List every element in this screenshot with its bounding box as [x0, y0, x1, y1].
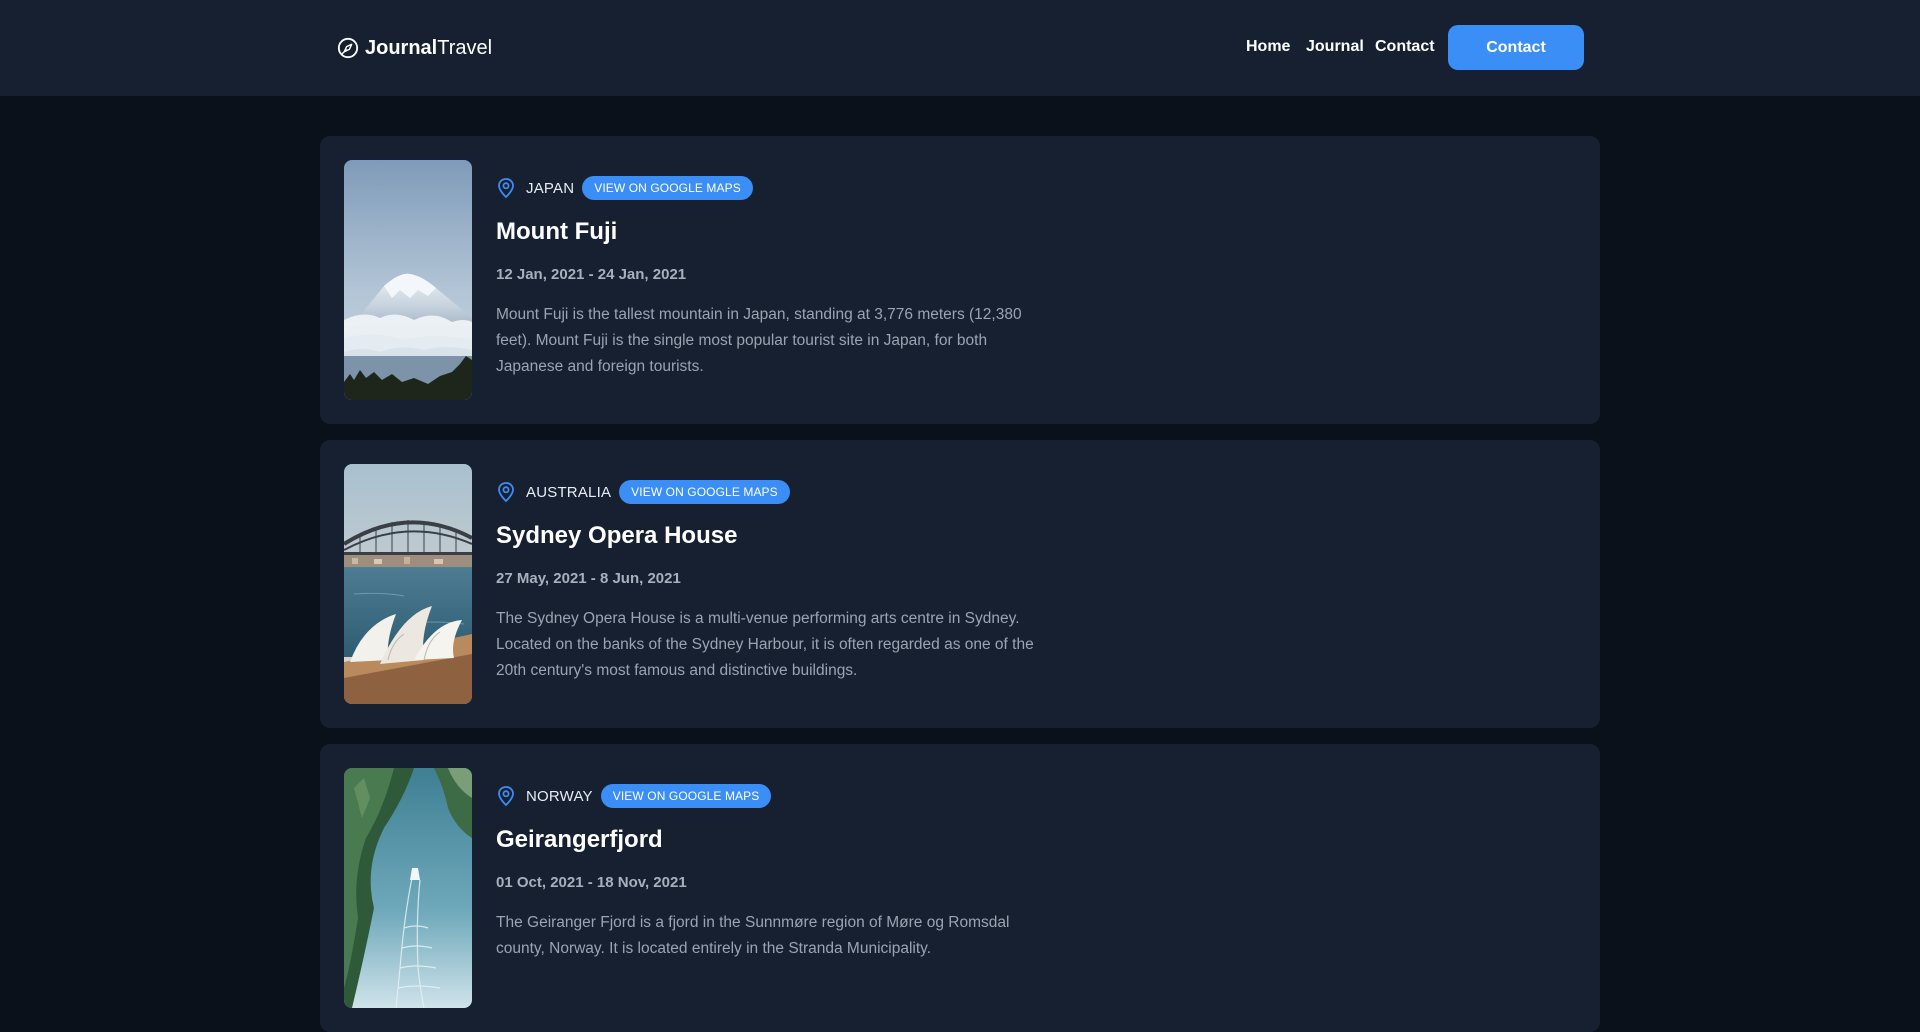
location-pin-icon: [496, 785, 516, 807]
journal-entry-card: JAPAN VIEW ON GOOGLE MAPS Mount Fuji 12 …: [320, 136, 1600, 424]
contact-button[interactable]: Contact: [1448, 25, 1584, 70]
entry-title: Mount Fuji: [496, 218, 618, 245]
nav-link-home[interactable]: Home: [1246, 38, 1290, 56]
location-pin-icon: [496, 177, 516, 199]
entry-dates: 01 Oct, 2021 - 18 Nov, 2021: [496, 874, 687, 891]
entry-dates: 27 May, 2021 - 8 Jun, 2021: [496, 570, 681, 587]
entry-description: The Sydney Opera House is a multi-venue …: [496, 610, 1034, 679]
entry-country: NORWAY: [526, 787, 593, 805]
entry-meta: AUSTRALIA VIEW ON GOOGLE MAPS: [496, 480, 790, 504]
view-on-google-maps-button[interactable]: VIEW ON GOOGLE MAPS: [582, 176, 753, 200]
entry-dates: 12 Jan, 2021 - 24 Jan, 2021: [496, 266, 687, 283]
entry-title: Sydney Opera House: [496, 522, 738, 549]
entry-description: Mount Fuji is the tallest mountain in Ja…: [496, 306, 1022, 375]
view-on-google-maps-button[interactable]: VIEW ON GOOGLE MAPS: [619, 480, 790, 504]
nav-links: Home Journal Contact: [0, 36, 1920, 60]
sydney-opera-house-photo: [344, 464, 472, 704]
entry-description: The Geiranger Fjord is a fjord in the Su…: [496, 914, 1010, 957]
journal-entry-card: AUSTRALIA VIEW ON GOOGLE MAPS Sydney Ope…: [320, 440, 1600, 728]
entry-meta: NORWAY VIEW ON GOOGLE MAPS: [496, 784, 772, 808]
journal-entry-card: NORWAY VIEW ON GOOGLE MAPS Geirangerfjor…: [320, 744, 1600, 1032]
top-navbar: Journal Travel Home Journal Contact Conta…: [0, 0, 1920, 96]
entry-title: Geirangerfjord: [496, 826, 663, 853]
nav-link-journal[interactable]: Journal: [1306, 38, 1364, 56]
entry-country: JAPAN: [526, 179, 575, 197]
entry-meta: JAPAN VIEW ON GOOGLE MAPS: [496, 176, 753, 200]
nav-link-contact[interactable]: Contact: [1375, 38, 1435, 56]
entry-country: AUSTRALIA: [526, 483, 612, 501]
geirangerfjord-photo: [344, 768, 472, 1008]
mount-fuji-photo: [344, 160, 472, 400]
view-on-google-maps-button[interactable]: VIEW ON GOOGLE MAPS: [600, 784, 772, 808]
location-pin-icon: [496, 481, 516, 503]
